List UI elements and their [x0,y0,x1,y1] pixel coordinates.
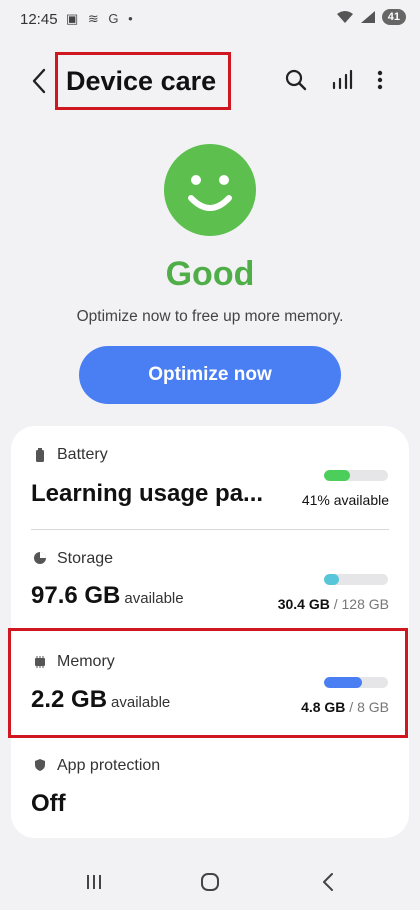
back-icon[interactable] [314,868,342,896]
storage-usage-bar [324,574,388,585]
battery-level-fill [324,470,351,481]
battery-badge: 41 [381,9,406,25]
storage-total: 128 GB [341,596,389,612]
wifi-icon [336,11,353,23]
optimize-now-button[interactable]: Optimize now [79,346,341,404]
status-message: Optimize now to free up more memory. [76,308,344,325]
app-protection-label: App protection [57,757,161,774]
battery-label: Battery [57,446,108,463]
storage-amount: 97.6 GB [31,582,121,609]
status-bar: 12:45 ▣ ≋ G • 41 [0,0,420,40]
divider [31,529,389,530]
battery-value: Learning usage pa... [31,480,264,507]
shield-icon [35,759,45,771]
status-label: Good [165,255,255,293]
search-icon[interactable] [284,68,308,92]
status-right: 41 [336,9,406,25]
memory-highlight-box [8,628,408,738]
app-protection-value: Off [31,790,66,817]
back-arrow-icon[interactable] [28,66,50,96]
navigation-bar [0,860,420,906]
pie-chart-icon [34,552,46,564]
storage-separator: / [329,596,342,612]
home-icon[interactable] [196,868,224,896]
smiley-face-icon [164,144,256,236]
storage-used: 30.4 GB [277,596,330,612]
storage-usage-fill [324,574,340,585]
page-title: Device care [66,66,217,96]
storage-usage: 30.4 GB / 128 GB [278,596,389,612]
chart-icon[interactable] [330,68,354,92]
battery-available: 41% available [301,492,389,508]
battery-icon [36,448,44,462]
recents-icon[interactable] [80,868,108,896]
status-time: 12:45 [20,11,58,28]
storage-unit: available [124,590,184,607]
storage-label: Storage [57,550,114,567]
storage-value: 97.6 GB available [31,582,184,610]
signal-icon [360,11,375,23]
more-vert-icon[interactable] [368,68,392,92]
battery-level-bar [324,470,388,481]
notification-icons: ▣ ≋ G • [66,11,136,26]
